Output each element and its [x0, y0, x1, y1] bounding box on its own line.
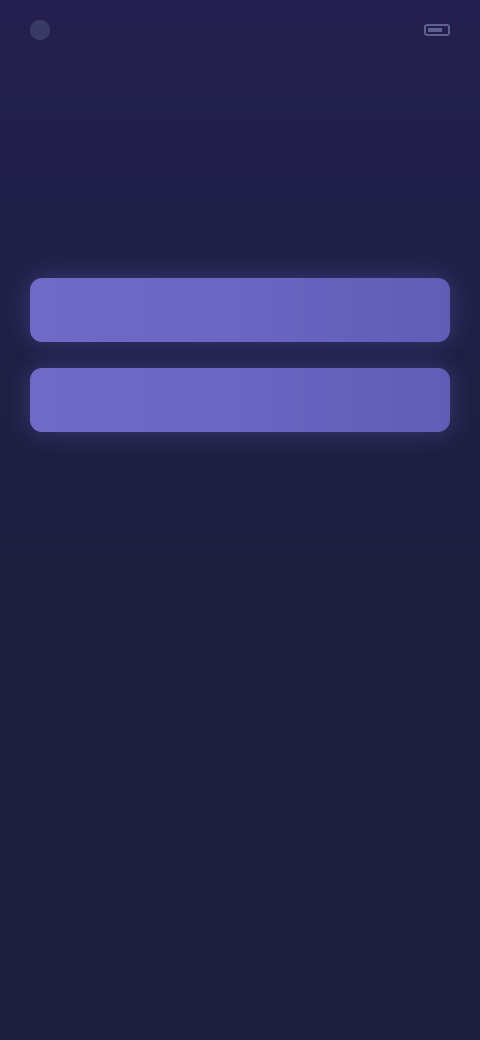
status-right — [416, 24, 450, 36]
status-bar — [0, 0, 480, 60]
battery-icon — [424, 24, 450, 36]
screen — [0, 0, 480, 1040]
app-icon — [30, 20, 50, 40]
option-button-2[interactable] — [30, 368, 450, 432]
prompt-content — [36, 86, 444, 112]
option-button-1[interactable] — [30, 278, 450, 342]
status-left — [30, 20, 60, 40]
option-list — [30, 278, 450, 432]
